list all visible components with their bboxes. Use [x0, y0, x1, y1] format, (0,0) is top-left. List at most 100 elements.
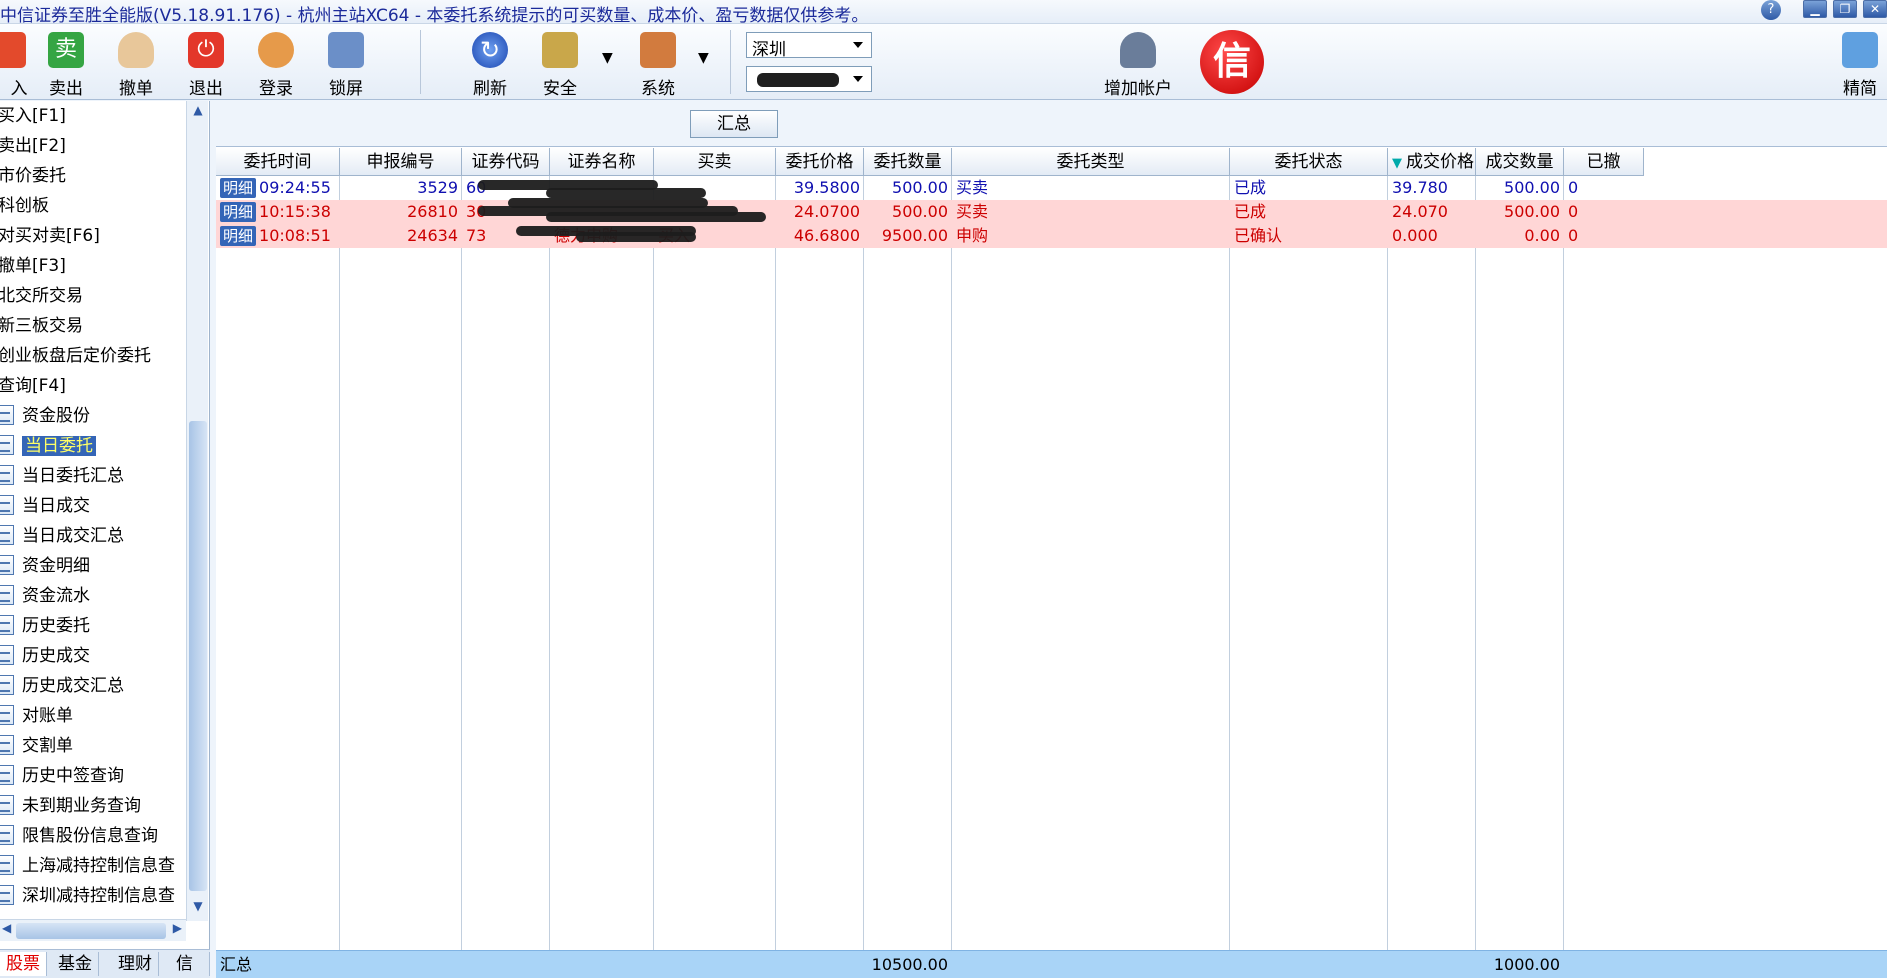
tree-item[interactable]: 创业板盘后定价委托: [0, 343, 151, 369]
sell-button[interactable]: 卖 卖出: [36, 28, 96, 99]
tree-item[interactable]: 买入[F1]: [0, 103, 66, 129]
table-row[interactable]: 明细 09:24:55 3529 60 39.5800 500.00 买卖 已成 39.780 5…: [216, 176, 1887, 200]
toolbar-separator: [420, 30, 421, 94]
tree-sub-item[interactable]: 资金流水: [0, 583, 90, 609]
column-header[interactable]: 买卖: [654, 148, 776, 176]
system-dropdown-icon[interactable]: ▼: [698, 50, 709, 66]
tree-sub-item[interactable]: 资金明细: [0, 553, 90, 579]
tree-sub-item[interactable]: 历史成交: [0, 643, 90, 669]
column-header[interactable]: 委托类型: [952, 148, 1230, 176]
summary-button[interactable]: 汇总: [690, 110, 778, 138]
document-icon: [0, 795, 14, 815]
column-header-label: 委托价格: [785, 152, 854, 172]
grid-line: [1563, 176, 1564, 950]
column-header[interactable]: 委托时间: [216, 148, 340, 176]
tree-vertical-scrollbar[interactable]: ▲ ▼: [186, 101, 208, 921]
document-icon: [0, 465, 14, 485]
tree-item[interactable]: 市价委托: [0, 163, 66, 189]
column-header[interactable]: 委托数量: [864, 148, 952, 176]
security-button[interactable]: 安全: [530, 28, 590, 99]
tree-sub-item[interactable]: 当日成交: [0, 493, 90, 519]
security-dropdown-icon[interactable]: ▼: [602, 50, 613, 66]
tree-sub-item[interactable]: 深圳减持控制信息查: [0, 883, 175, 909]
scroll-right-icon[interactable]: ▶: [173, 921, 182, 935]
restore-icon[interactable]: ❐: [1833, 0, 1857, 18]
lock-screen-button[interactable]: 锁屏: [316, 28, 376, 99]
tree-sub-item-label: 当日委托汇总: [22, 466, 124, 486]
summary-cell: 10500.00: [871, 955, 948, 974]
tree-sub-item[interactable]: 上海减持控制信息查: [0, 853, 175, 879]
column-header[interactable]: ▼ 成交价格: [1388, 148, 1476, 176]
column-header[interactable]: 已撤: [1564, 148, 1644, 176]
scroll-left-icon[interactable]: ◀: [2, 921, 11, 935]
market-select[interactable]: 深圳: [746, 32, 872, 60]
add-account-button[interactable]: 增加帐户: [1100, 28, 1176, 99]
minimize-icon[interactable]: ▁: [1803, 0, 1827, 18]
summary-footer: 汇总 10500.00 1000.00: [216, 950, 1887, 978]
column-header[interactable]: 证券名称: [550, 148, 654, 176]
tab-credit[interactable]: 信用: [170, 952, 210, 976]
column-header[interactable]: 证券代码: [462, 148, 550, 176]
tree-sub-item-label: 限售股份信息查询: [22, 826, 158, 846]
cell-deal-price: 39.780: [1388, 176, 1476, 200]
tree-item[interactable]: 对买对卖[F6]: [0, 223, 100, 249]
close-icon[interactable]: ✕: [1863, 0, 1887, 18]
tab-wealth[interactable]: 理财: [112, 952, 159, 976]
tree-sub-item[interactable]: 历史中签查询: [0, 763, 124, 789]
document-icon: [0, 675, 14, 695]
tree-item[interactable]: 查询[F4]: [0, 373, 66, 399]
scroll-down-icon[interactable]: ▼: [189, 899, 207, 919]
tree-item[interactable]: 卖出[F2]: [0, 133, 66, 159]
system-button[interactable]: 系统: [628, 28, 688, 99]
tree-sub-item[interactable]: 历史成交汇总: [0, 673, 124, 699]
tree-sub-item[interactable]: 当日成交汇总: [0, 523, 124, 549]
cell-price: 39.5800: [776, 176, 864, 200]
tree-item[interactable]: 北交所交易: [0, 283, 83, 309]
tree-sub-item[interactable]: 资金股份: [0, 403, 90, 429]
sort-desc-icon: ▼: [1392, 156, 1402, 171]
scroll-thumb[interactable]: [16, 923, 166, 939]
column-header[interactable]: 委托状态: [1230, 148, 1388, 176]
help-icon[interactable]: ?: [1761, 0, 1781, 20]
column-header-label: 委托类型: [1056, 152, 1125, 172]
detail-button[interactable]: 明细: [220, 178, 257, 198]
tree-sub-item[interactable]: 对账单: [0, 703, 73, 729]
grid-line: [549, 176, 550, 950]
login-button[interactable]: 登录: [246, 28, 306, 99]
scroll-thumb[interactable]: [189, 421, 207, 891]
tree-sub-item[interactable]: 当日委托: [0, 433, 96, 459]
buy-button[interactable]: 入: [0, 28, 38, 99]
grid-line: [1229, 176, 1230, 950]
column-header[interactable]: 申报编号: [340, 148, 462, 176]
tree-sub-item[interactable]: 未到期业务查询: [0, 793, 141, 819]
refresh-button[interactable]: ↻ 刷新: [460, 28, 520, 99]
tab-stock[interactable]: 股票: [0, 952, 47, 976]
tree-item[interactable]: 科创板: [0, 193, 49, 219]
tree-sub-item[interactable]: 当日委托汇总: [0, 463, 124, 489]
cell-deal-qty: 0.00: [1476, 224, 1564, 248]
account-select[interactable]: [746, 66, 872, 92]
chevron-down-icon: [853, 76, 863, 82]
tree-sub-item[interactable]: 交割单: [0, 733, 73, 759]
table-row[interactable]: 明细10:08:512463473德力申购买入46.68009500.00申购已…: [216, 224, 1887, 248]
tree-item[interactable]: 撤单[F3]: [0, 253, 66, 279]
cell-value: 39.5800: [793, 178, 860, 197]
cell-value: 500.00: [1504, 202, 1560, 221]
cancel-order-button[interactable]: 撤单: [106, 28, 166, 99]
tree-horizontal-scrollbar[interactable]: ◀ ▶: [0, 919, 186, 941]
cell-status: 已成: [1230, 176, 1388, 200]
detail-button[interactable]: 明细: [220, 202, 257, 222]
column-header[interactable]: 委托价格: [776, 148, 864, 176]
detail-button[interactable]: 明细: [220, 226, 257, 246]
scroll-up-icon[interactable]: ▲: [189, 103, 207, 123]
column-header[interactable]: 成交数量: [1476, 148, 1564, 176]
tab-fund[interactable]: 基金: [52, 952, 99, 976]
grid-line: [1387, 176, 1388, 950]
cell-value: 0: [1568, 202, 1579, 221]
tree-item[interactable]: 新三板交易: [0, 313, 83, 339]
tree-sub-item[interactable]: 限售股份信息查询: [0, 823, 158, 849]
table-row[interactable]: 明细 10:15:38 26810 30 24.0700 500.00 买卖 已成 24.070…: [216, 200, 1887, 224]
compact-button[interactable]: 精简: [1830, 28, 1887, 99]
exit-button[interactable]: ⏻ 退出: [176, 28, 236, 99]
tree-sub-item[interactable]: 历史委托: [0, 613, 90, 639]
